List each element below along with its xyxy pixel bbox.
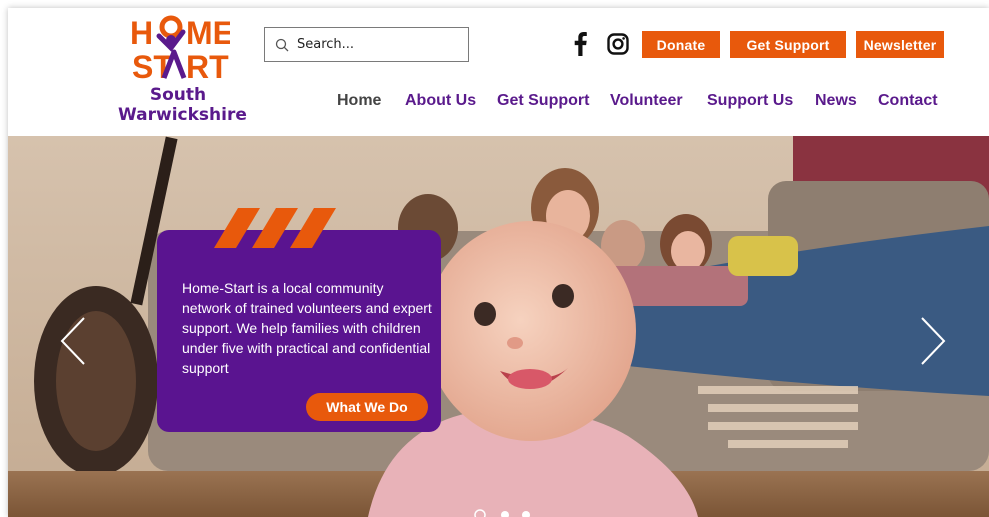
hero-card-text: Home-Start is a local community network … — [182, 280, 432, 376]
what-we-do-button[interactable]: What We Do — [306, 393, 428, 421]
svg-text:ME: ME — [186, 15, 230, 51]
brand-line-south: South — [149, 85, 207, 105]
slide-dot-3[interactable] — [522, 511, 530, 517]
facebook-icon[interactable] — [571, 32, 589, 56]
slide-indicators — [474, 509, 530, 517]
slide-dot-1[interactable] — [474, 509, 486, 517]
search-box[interactable] — [264, 27, 469, 62]
search-input[interactable] — [297, 37, 457, 52]
chevron-right-icon[interactable] — [918, 316, 948, 366]
brand-line-warwickshire: Warwickshire — [118, 105, 247, 125]
donate-button[interactable]: Donate — [642, 31, 720, 58]
home-start-logo-mark: H ME ST RT — [130, 15, 230, 82]
nav-item-contact[interactable]: Contact — [878, 92, 938, 110]
get-support-button[interactable]: Get Support — [730, 31, 846, 58]
newsletter-button[interactable]: Newsletter — [856, 31, 944, 58]
hero-card-stripes-decoration — [214, 208, 336, 248]
nav-item-support-us[interactable]: Support Us — [707, 92, 793, 110]
hero-photo — [8, 136, 989, 517]
nav-item-volunteer[interactable]: Volunteer — [610, 92, 683, 110]
slide-dot-2[interactable] — [501, 511, 509, 517]
page-frame: H ME ST RT South Warwickshire Search... … — [8, 8, 989, 517]
nav-item-news[interactable]: News — [815, 92, 857, 110]
nav-item-home[interactable]: Home — [337, 92, 381, 110]
home-start-logo[interactable]: H ME ST RT South Warwickshire — [118, 14, 247, 130]
site-header: H ME ST RT South Warwickshire Search... … — [8, 8, 989, 136]
nav-item-get-support[interactable]: Get Support — [497, 92, 589, 110]
svg-text:H: H — [130, 15, 153, 51]
nav-item-about-us[interactable]: About Us — [405, 92, 476, 110]
search-icon — [275, 38, 289, 51]
instagram-icon[interactable] — [606, 32, 630, 56]
chevron-left-icon[interactable] — [58, 316, 88, 366]
hero-slider: Home-Start is a local community network … — [8, 136, 989, 517]
svg-text:RT: RT — [186, 49, 229, 82]
